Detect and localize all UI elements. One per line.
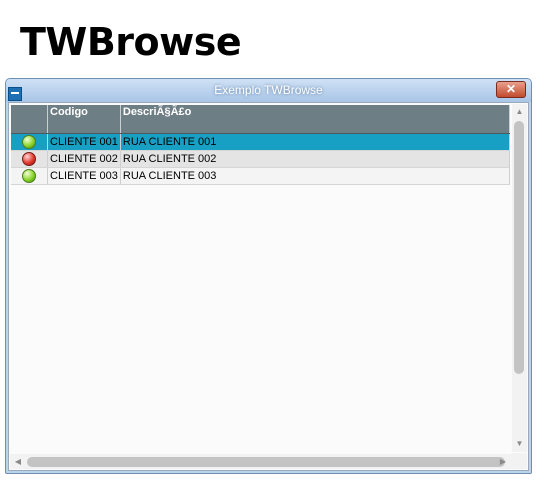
column-header-codigo[interactable]: Codigo — [47, 105, 121, 134]
window-title: Exemplo TWBrowse — [214, 83, 323, 97]
browse-client-area: Codigo DescriÃ§Ã£o CLIENTE 001 RUA CLIEN… — [8, 102, 529, 471]
red-status-icon — [22, 152, 36, 166]
green-status-icon — [22, 135, 36, 149]
grid-header-row: Codigo DescriÃ§Ã£o — [11, 105, 511, 134]
window-titlebar[interactable]: Exemplo TWBrowse ✕ — [6, 79, 531, 102]
close-button[interactable]: ✕ — [496, 81, 526, 98]
code-cell: CLIENTE 003 — [47, 167, 121, 185]
status-cell — [11, 167, 48, 185]
vertical-scrollbar[interactable]: ▲ ▼ — [512, 104, 527, 452]
green-status-icon — [22, 169, 36, 183]
scrollbar-corner — [511, 453, 527, 469]
description-cell: RUA CLIENTE 001 — [120, 133, 511, 151]
browse-window: Exemplo TWBrowse ✕ Codigo DescriÃ§Ã£o CL… — [5, 78, 532, 474]
description-cell: RUA CLIENTE 002 — [120, 150, 511, 168]
horizontal-scroll-thumb[interactable] — [27, 457, 505, 467]
status-cell — [11, 133, 48, 151]
table-row[interactable]: CLIENTE 002 RUA CLIENTE 002 — [11, 150, 511, 168]
twbrowse-grid: Codigo DescriÃ§Ã£o CLIENTE 001 RUA CLIEN… — [11, 105, 511, 185]
code-cell: CLIENTE 001 — [47, 133, 121, 151]
scroll-right-arrow-icon[interactable]: ▶ — [498, 457, 508, 467]
horizontal-scrollbar[interactable]: ◀ ▶ — [10, 454, 511, 469]
scroll-left-arrow-icon[interactable]: ◀ — [13, 457, 23, 467]
description-cell: RUA CLIENTE 003 — [120, 167, 511, 185]
status-cell — [11, 150, 48, 168]
table-row[interactable]: CLIENTE 003 RUA CLIENTE 003 — [11, 167, 511, 185]
column-header-descricao[interactable]: DescriÃ§Ã£o — [120, 105, 511, 134]
page-heading: TWBrowse — [20, 20, 242, 64]
table-row[interactable]: CLIENTE 001 RUA CLIENTE 001 — [11, 133, 511, 151]
scroll-up-arrow-icon[interactable]: ▲ — [514, 107, 525, 117]
column-header-status[interactable] — [11, 105, 48, 134]
scroll-down-arrow-icon[interactable]: ▼ — [514, 439, 525, 449]
vertical-scroll-thumb[interactable] — [514, 121, 524, 374]
code-cell: CLIENTE 002 — [47, 150, 121, 168]
